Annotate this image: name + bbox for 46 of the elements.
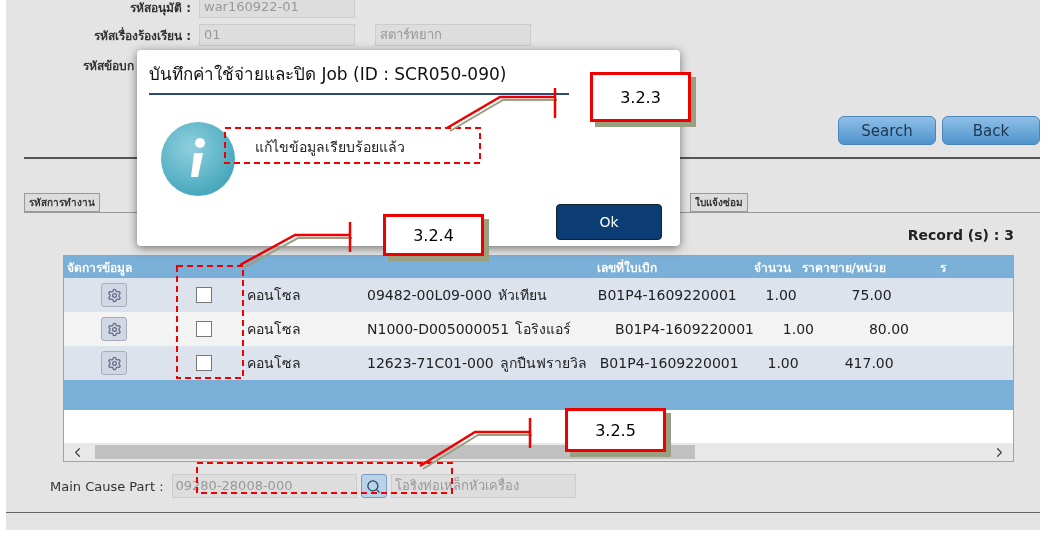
table-cell-text: N1000-D005000051 xyxy=(366,321,511,337)
table-cell-text: 1.00 xyxy=(781,321,815,337)
table-cell-text: 12623-71C01-000 xyxy=(366,355,495,371)
table-cell-text: B01P4-1609220001 xyxy=(598,355,740,371)
checkbox[interactable] xyxy=(196,321,212,337)
table-cell-text: คอนโซล xyxy=(246,320,302,339)
checkbox[interactable] xyxy=(196,355,212,371)
tab[interactable]: ใบแจ้งซ่อม xyxy=(690,193,748,212)
settings-button[interactable] xyxy=(101,317,127,341)
table-cell-text: หัวเทียน xyxy=(496,286,548,305)
field-label: รหัสข้อบก xyxy=(82,57,135,75)
gear-icon xyxy=(106,321,122,337)
search-button[interactable] xyxy=(360,474,387,498)
field-label: รหัสอนุมัติ : xyxy=(129,0,192,17)
dialog-message: แก้ไขข้อมูลเรียบร้อยแล้ว xyxy=(255,138,405,158)
settings-button[interactable] xyxy=(101,283,127,307)
search-icon xyxy=(366,478,382,494)
table-cell-text: 1.00 xyxy=(766,355,800,371)
record-count: Record (s) : 3 xyxy=(907,227,1014,243)
dialog-title: บันทึกค่าใช้จ่ายและปิด Job (ID : SCR050-090) xyxy=(149,60,569,95)
table-cell-text: B01P4-1609220001 xyxy=(596,287,738,303)
column-header: เลขที่ใบเบิก xyxy=(596,258,658,277)
table-cell-text: 09482-00L09-000 xyxy=(366,287,493,303)
checkbox[interactable] xyxy=(196,287,212,303)
table-cell-text: 417.00 xyxy=(843,355,895,371)
column-header: จัดการข้อมูล xyxy=(66,259,133,277)
table-cell-text: 1.00 xyxy=(764,287,798,303)
table-cell-text: ลูกปืนฟรายวิล xyxy=(498,354,588,374)
column-header: ราคาขาย/หน่วย xyxy=(800,259,887,277)
table-cell-text: B01P4-1609220001 xyxy=(614,321,755,337)
tab[interactable]: รหัสการทำงาน xyxy=(24,193,100,212)
back-button[interactable]: Back xyxy=(942,116,1040,145)
ok-button[interactable]: Ok xyxy=(556,204,662,240)
table-cell-text: 80.00 xyxy=(867,321,910,337)
field-label: รหัสเรื่องร้องเรียน : xyxy=(93,26,192,45)
field-label: Main Cause Part : xyxy=(50,478,164,494)
gear-icon xyxy=(106,287,122,303)
column-header: ร xyxy=(939,259,948,277)
table-cell-text: โอริงแอร์ xyxy=(514,320,573,339)
table-cell-text: คอนโซล xyxy=(246,354,302,373)
table-cell-text: คอนโซล xyxy=(246,286,302,305)
table-cell-text: 75.00 xyxy=(850,287,893,303)
gear-icon xyxy=(106,355,122,371)
settings-button[interactable] xyxy=(101,351,127,375)
search-button[interactable]: Search xyxy=(838,116,936,145)
column-header: จำนวน xyxy=(753,259,792,277)
